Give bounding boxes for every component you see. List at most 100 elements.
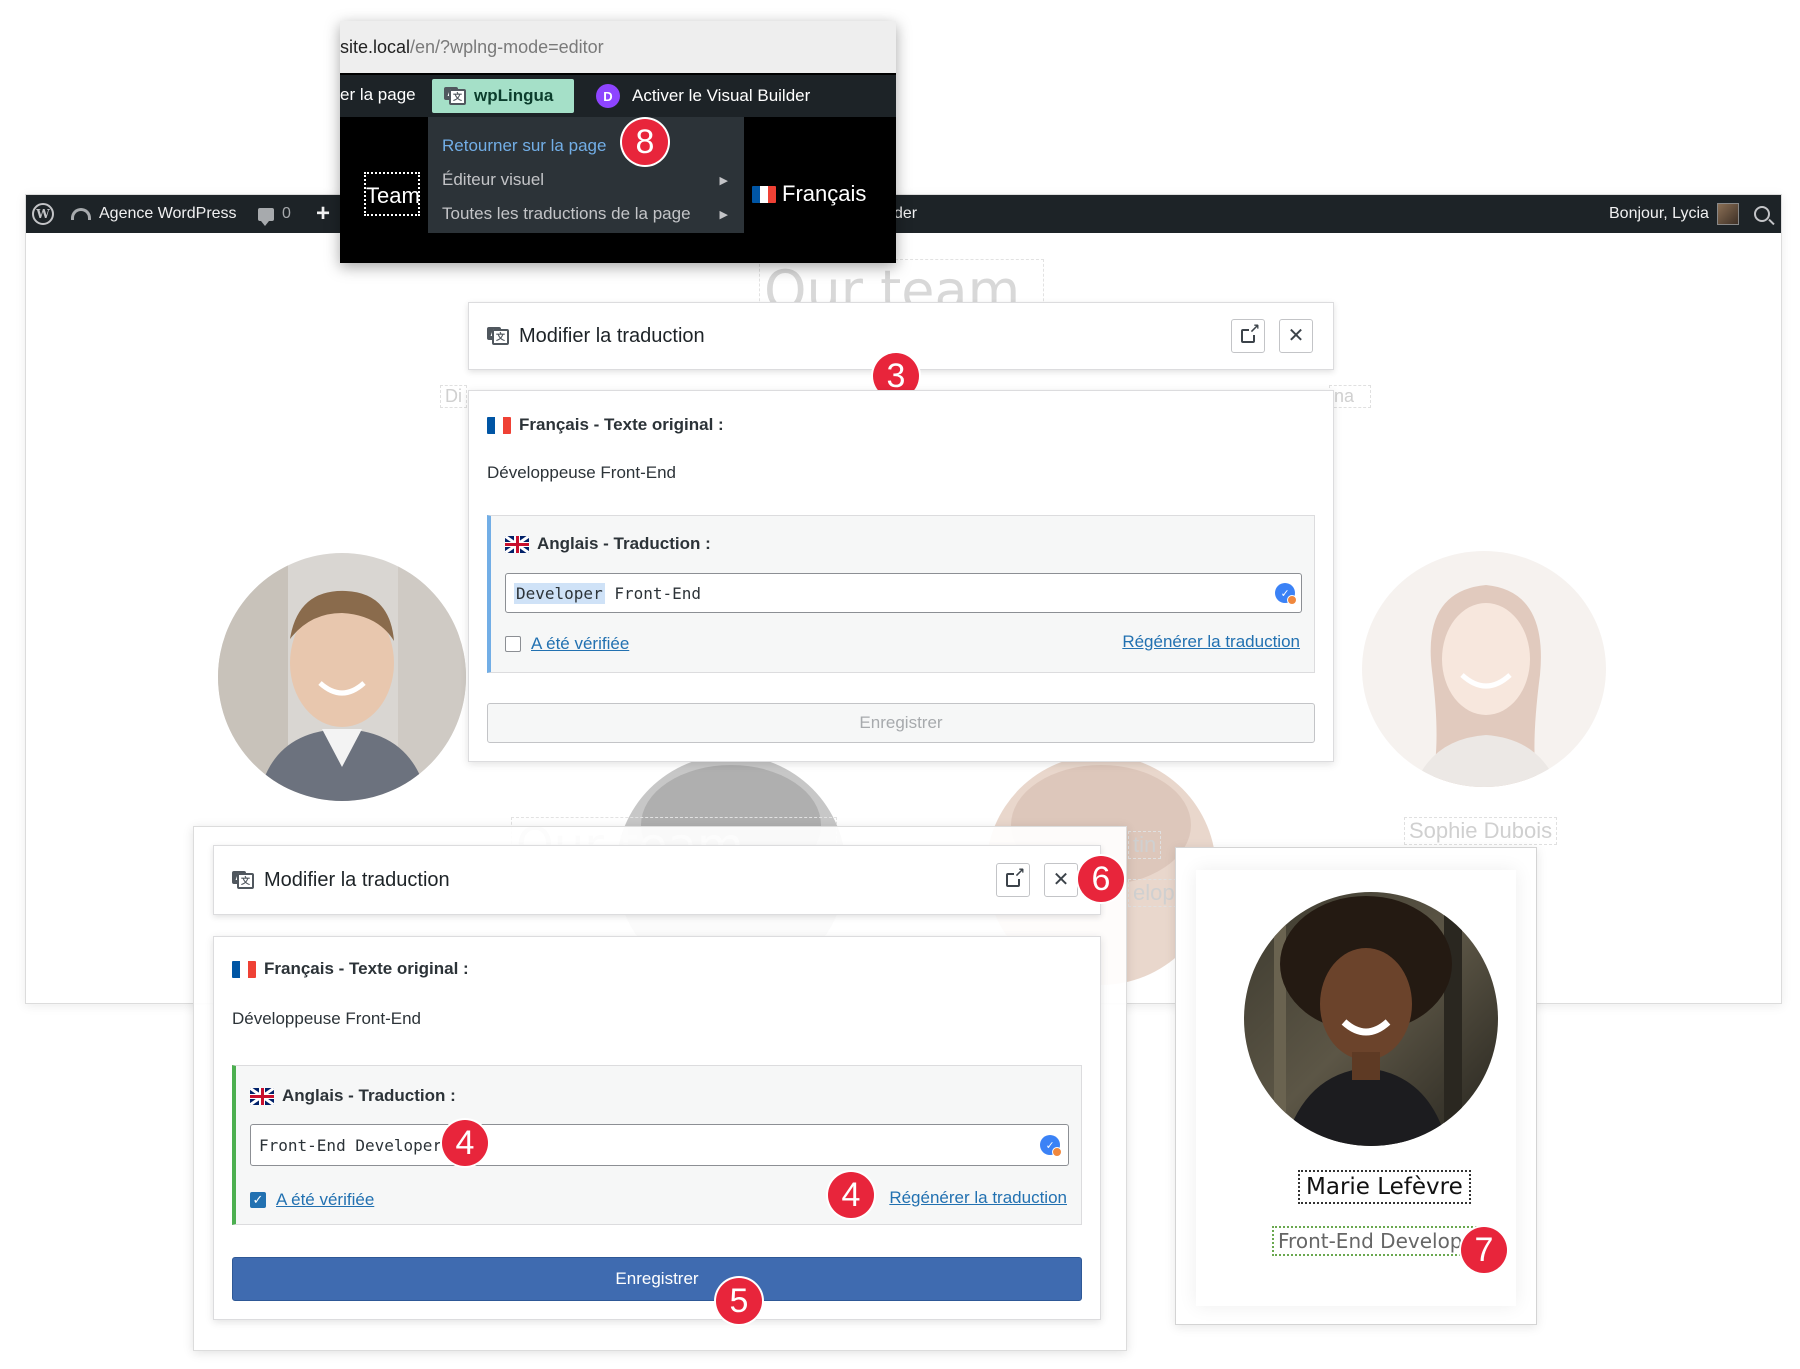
comments-count: 0 bbox=[282, 205, 291, 222]
text-fragment-tin: tin bbox=[1128, 831, 1162, 859]
modal-top-translation-label: Anglais - Traduction : bbox=[505, 534, 711, 554]
flag-fr-icon bbox=[487, 416, 511, 434]
dashboard-icon bbox=[71, 208, 91, 220]
verified-label[interactable]: A été vérifiée bbox=[276, 1190, 374, 1210]
modal-bottom-body: Français - Texte original : Développeuse… bbox=[213, 936, 1101, 1320]
menu-all-translations[interactable]: Toutes les traductions de la page ▶ bbox=[442, 197, 732, 231]
checkbox-icon[interactable]: ✓ bbox=[250, 1192, 266, 1208]
modal-top-translation-input[interactable]: Developer Front-End ✓ bbox=[505, 573, 1302, 613]
site-name-menu[interactable]: Agence WordPress bbox=[71, 195, 237, 233]
menu-return-to-page[interactable]: Retourner sur la page bbox=[442, 129, 606, 163]
team-photo-sophie bbox=[1362, 551, 1606, 787]
avatar-icon bbox=[1716, 203, 1739, 225]
modal-top-title: Modifier la traduction bbox=[519, 324, 705, 347]
modal-top-save-button[interactable]: Enregistrer bbox=[487, 703, 1315, 743]
url-path: /en/?wplng-mode=editor bbox=[410, 36, 604, 57]
step-badge-4a: 4 bbox=[442, 1120, 488, 1166]
original-label-text: Français - Texte original : bbox=[519, 415, 724, 434]
team-menu-item[interactable]: Team bbox=[364, 172, 420, 216]
team-photo-marie bbox=[1244, 892, 1498, 1146]
divi-icon: D bbox=[596, 84, 620, 108]
step-badge-4b: 4 bbox=[828, 1172, 874, 1218]
flag-fr-icon bbox=[232, 960, 256, 978]
translate-icon: A文 bbox=[487, 327, 509, 345]
editor-toolbar: er la page A文 wpLingua D Activer le Visu… bbox=[340, 75, 896, 117]
modal-top-close-button[interactable]: ✕ bbox=[1279, 319, 1313, 353]
plus-icon: + bbox=[316, 200, 331, 227]
verify-badge-icon: ✓ bbox=[1275, 583, 1297, 605]
browser-url-bar[interactable]: site.local/en/?wplng-mode=editor bbox=[340, 21, 896, 73]
step-badge-6: 6 bbox=[1078, 856, 1124, 902]
modal-bottom-translation-box: Anglais - Traduction : Front-End Develop… bbox=[232, 1065, 1082, 1225]
team-name-sophie: Sophie Dubois bbox=[1404, 817, 1558, 845]
modal-bottom-verified-control[interactable]: ✓ A été vérifiée bbox=[250, 1190, 374, 1210]
modal-bottom-regenerate-link[interactable]: Régénérer la traduction bbox=[889, 1188, 1067, 1208]
modal-top-body: Français - Texte original : Développeuse… bbox=[468, 390, 1334, 762]
text-fragment-left: Di bbox=[440, 385, 467, 408]
modal-bottom-original-label: Français - Texte original : bbox=[232, 959, 469, 979]
comment-icon bbox=[258, 207, 274, 226]
team-photo-man bbox=[218, 553, 466, 801]
verified-label[interactable]: A été vérifiée bbox=[531, 634, 629, 654]
account-menu[interactable]: Bonjour, Lycia bbox=[1609, 195, 1739, 233]
menu-return-label: Retourner sur la page bbox=[442, 136, 607, 155]
new-content-menu[interactable]: + bbox=[316, 195, 330, 233]
language-switcher[interactable]: Français bbox=[752, 181, 866, 207]
team-member-role[interactable]: Front-End Developer bbox=[1272, 1226, 1490, 1256]
modal-top-open-external-button[interactable] bbox=[1231, 319, 1265, 353]
modal-top-regenerate-link[interactable]: Régénérer la traduction bbox=[1122, 632, 1300, 652]
wplingua-editor-popup: site.local/en/?wplng-mode=editor er la p… bbox=[340, 21, 896, 263]
menu-visual-editor[interactable]: Éditeur visuel ▶ bbox=[442, 163, 732, 197]
caret-right-icon: ▶ bbox=[719, 208, 728, 221]
step-badge-7: 7 bbox=[1461, 1227, 1507, 1273]
wplingua-menu-button[interactable]: A文 wpLingua bbox=[432, 79, 574, 113]
url-host: site.local bbox=[340, 36, 411, 57]
input-rest-text: Front-End bbox=[604, 583, 702, 603]
selected-text: Developer bbox=[514, 582, 605, 604]
comments-menu[interactable]: 0 bbox=[258, 195, 291, 233]
modal-bottom-open-external-button[interactable] bbox=[996, 863, 1030, 897]
wp-logo-menu[interactable]: W bbox=[32, 195, 54, 233]
builder-label-fragment: der bbox=[894, 205, 918, 222]
modal-bottom-original-text: Développeuse Front-End bbox=[232, 1009, 422, 1028]
site-name: Agence WordPress bbox=[99, 205, 237, 222]
step-badge-8: 8 bbox=[622, 119, 668, 165]
modal-bottom-title: Modifier la traduction bbox=[264, 868, 450, 891]
original-label-text: Français - Texte original : bbox=[264, 959, 469, 978]
external-link-icon bbox=[1006, 866, 1025, 887]
wplingua-label: wpLingua bbox=[474, 86, 554, 105]
modal-top-translation-box: Anglais - Traduction : Developer Front-E… bbox=[487, 515, 1315, 673]
greeting: Bonjour, Lycia bbox=[1609, 205, 1709, 222]
checkbox-icon[interactable] bbox=[505, 636, 521, 652]
input-value-text: Front-End Developer bbox=[259, 1135, 443, 1155]
menu-all-translations-label: Toutes les traductions de la page bbox=[442, 204, 691, 223]
modal-bottom-close-button[interactable]: ✕ bbox=[1044, 863, 1078, 897]
language-label: Français bbox=[782, 181, 867, 206]
modal-bottom-translation-input[interactable]: Front-End Developer ✓ bbox=[250, 1124, 1069, 1166]
flag-uk-icon bbox=[250, 1087, 274, 1105]
external-link-icon bbox=[1241, 322, 1260, 343]
toolbar-edit-page-fragment[interactable]: er la page bbox=[340, 85, 416, 105]
modal-bottom-save-button[interactable]: Enregistrer bbox=[232, 1257, 1082, 1301]
close-icon: ✕ bbox=[1052, 869, 1070, 891]
modal-top-verified-control[interactable]: A été vérifiée bbox=[505, 634, 629, 654]
visual-builder-label: Activer le Visual Builder bbox=[632, 86, 811, 105]
close-icon: ✕ bbox=[1287, 325, 1305, 347]
modal-bottom-header: A文 Modifier la traduction ✕ bbox=[213, 845, 1101, 915]
translation-label-text: Anglais - Traduction : bbox=[282, 1086, 456, 1105]
menu-visual-editor-label: Éditeur visuel bbox=[442, 170, 545, 189]
modal-bottom-translation-label: Anglais - Traduction : bbox=[250, 1086, 456, 1106]
modal-top-original-text: Développeuse Front-End bbox=[487, 463, 677, 482]
step-badge-5: 5 bbox=[716, 1278, 762, 1324]
flag-uk-icon bbox=[505, 535, 529, 553]
wplingua-dropdown-menu: Retourner sur la page Éditeur visuel ▶ T… bbox=[428, 117, 744, 233]
builder-menu-fragment[interactable]: der bbox=[894, 195, 917, 233]
team-member-name[interactable]: Marie Lefèvre bbox=[1298, 1170, 1471, 1204]
visual-builder-button[interactable]: D Activer le Visual Builder bbox=[596, 84, 810, 108]
modal-top-original-label: Français - Texte original : bbox=[487, 415, 724, 435]
admin-search[interactable] bbox=[1754, 195, 1770, 233]
caret-right-icon: ▶ bbox=[719, 174, 728, 187]
flag-fr-icon bbox=[752, 185, 776, 203]
translate-icon: A文 bbox=[444, 87, 466, 105]
translate-icon: A文 bbox=[232, 871, 254, 889]
